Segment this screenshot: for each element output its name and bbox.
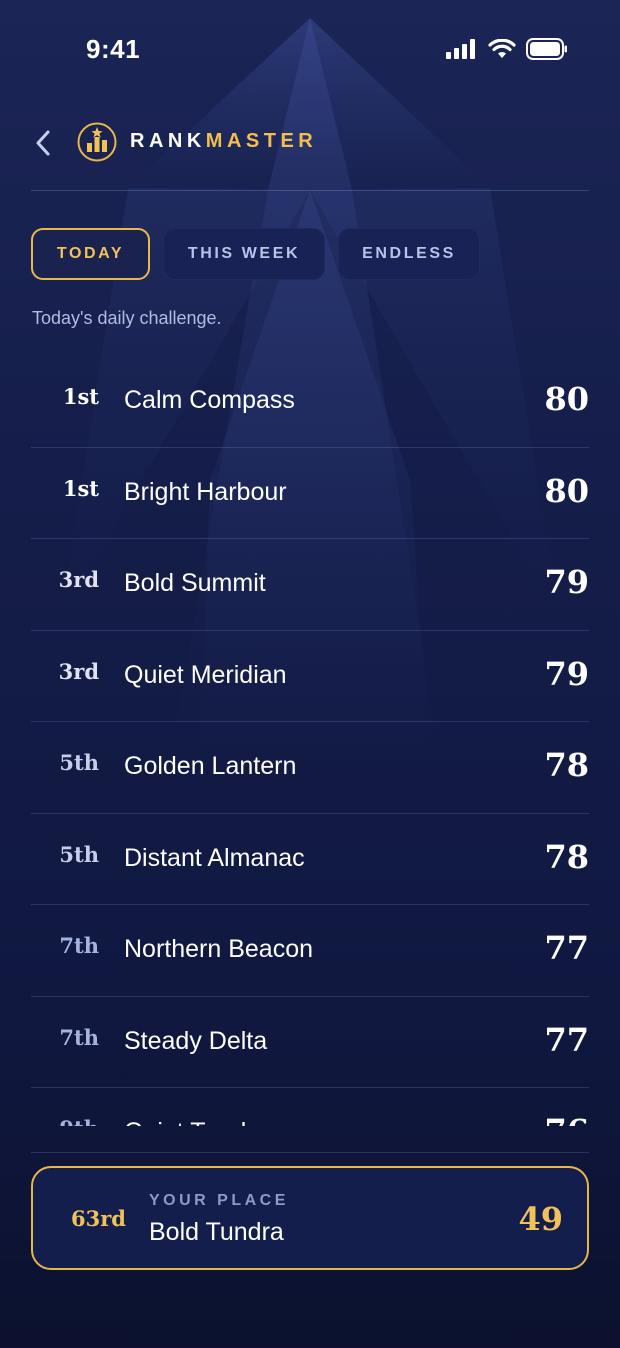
- leaderboard-row[interactable]: 5th Golden Lantern 78: [31, 722, 589, 814]
- wifi-icon: [488, 39, 516, 58]
- list-bottom-divider: [31, 1152, 589, 1153]
- row-rank: 1st: [62, 475, 99, 501]
- row-rank: 7th: [59, 1024, 99, 1050]
- row-rank: 1st: [62, 384, 99, 409]
- leaderboard-row[interactable]: 1st Bright Harbour 80: [31, 448, 589, 539]
- row-player-name: Quiet Meridian: [124, 660, 287, 689]
- tab-today[interactable]: TODAY: [31, 228, 150, 280]
- row-rank: 5th: [59, 841, 99, 867]
- row-score: 78: [544, 746, 589, 784]
- chevron-left-icon: [36, 130, 50, 156]
- row-rank: 9th: [31, 1116, 99, 1126]
- your-place-label: YOUR PLACE: [149, 1192, 289, 1209]
- brand-part-rank: RANK: [130, 130, 206, 152]
- row-score: 77: [544, 1020, 589, 1059]
- leaderboard-row[interactable]: 5th Distant Almanac 78: [31, 814, 589, 905]
- row-player-name: Steady Delta: [124, 1026, 268, 1055]
- row-player-name: Quiet Tundra: [124, 1118, 269, 1126]
- row-rank: 3rd: [58, 567, 99, 592]
- battery-icon: [526, 38, 567, 60]
- status-icons: [446, 38, 568, 60]
- app-header: RANKMASTER: [31, 110, 589, 191]
- leaderboard-list: 1st Calm Compass 80 1st Bright Harbour 8…: [31, 356, 589, 1126]
- row-player-name: Calm Compass: [124, 386, 295, 414]
- row-rank: 3rd: [58, 658, 99, 684]
- row-score: 78: [544, 837, 589, 876]
- leaderboard-row[interactable]: 3rd Bold Summit 79: [31, 539, 589, 631]
- leaderboard-row[interactable]: 7th Steady Delta 77: [31, 997, 589, 1088]
- row-score: 77: [544, 929, 589, 967]
- brand-part-master: MASTER: [205, 130, 318, 152]
- row-score: 76: [544, 1112, 589, 1126]
- row-score: 80: [544, 380, 589, 418]
- leaderboard-row[interactable]: 7th Northern Beacon 77: [31, 905, 589, 997]
- tab-endless[interactable]: ENDLESS: [338, 228, 480, 280]
- row-rank: 7th: [59, 933, 99, 958]
- row-score: 80: [544, 471, 589, 510]
- row-player-name: Northern Beacon: [124, 935, 314, 963]
- your-place-name: Bold Tundra: [149, 1218, 284, 1246]
- your-place-rank: 63rd: [71, 1206, 126, 1231]
- rankmaster-logo-icon: [77, 122, 117, 162]
- leaderboard-row[interactable]: 1st Calm Compass 80: [31, 356, 589, 448]
- leaderboard-row[interactable]: 9th Quiet Tundra 76: [31, 1088, 589, 1126]
- your-place-card[interactable]: 63rd YOUR PLACE Bold Tundra 49: [31, 1166, 589, 1270]
- cellular-signal-icon: [446, 39, 475, 59]
- your-place-score: 49: [518, 1200, 563, 1238]
- tab-this-week[interactable]: THIS WEEK: [163, 228, 325, 280]
- status-bar: 9:41: [0, 0, 620, 100]
- row-score: 79: [544, 563, 589, 601]
- row-player-name: Bright Harbour: [124, 477, 287, 506]
- back-button[interactable]: [31, 130, 55, 156]
- challenge-subtitle: Today's daily challenge.: [32, 308, 222, 328]
- row-player-name: Distant Almanac: [124, 843, 305, 872]
- row-player-name: Golden Lantern: [124, 752, 297, 780]
- row-player-name: Bold Summit: [124, 569, 266, 597]
- status-time: 9:41: [86, 34, 141, 64]
- row-score: 79: [544, 654, 589, 693]
- leaderboard-row[interactable]: 3rd Quiet Meridian 79: [31, 631, 589, 722]
- brand-wordmark: RANKMASTER: [130, 130, 317, 153]
- period-tabs: TODAY THIS WEEK ENDLESS: [31, 228, 480, 282]
- row-rank: 5th: [59, 750, 99, 775]
